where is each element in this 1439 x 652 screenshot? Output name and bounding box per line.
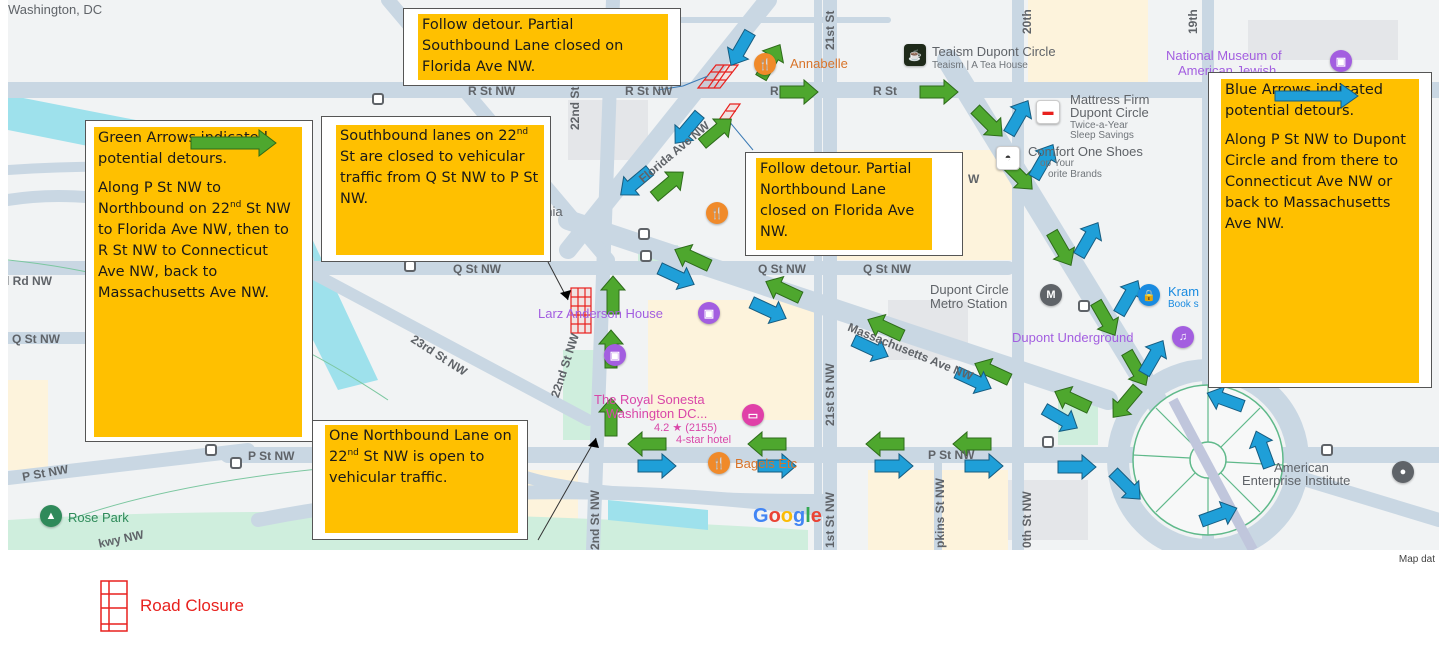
poi-mattress-firm-2: Dupont Circle bbox=[1070, 105, 1149, 120]
poi-aei-2: Enterprise Institute bbox=[1242, 473, 1351, 488]
street-label-20th-st: 0th St NW bbox=[1020, 491, 1034, 548]
comfort-shoes-logo-icon[interactable]: ◓ bbox=[996, 146, 1020, 170]
poi-comfort-sub: orite Brands bbox=[1048, 169, 1102, 180]
mattress-firm-logo-icon[interactable]: ▬ bbox=[1036, 100, 1060, 124]
road-closure-legend: Road Closure bbox=[100, 580, 244, 632]
street-label-q-st: Q St NW bbox=[453, 262, 501, 276]
text-part: St are closed to vehicular traffic from … bbox=[340, 149, 539, 207]
green-arrow-icon bbox=[190, 128, 277, 158]
hotel-pin-icon[interactable]: ▭ bbox=[742, 404, 764, 426]
callout-text: Follow detour. Partial Southbound Lane c… bbox=[418, 14, 668, 80]
poi-royal-sonesta-2: Washington DC... bbox=[606, 406, 708, 421]
text-part: Along P St NW to Northbound on 22 bbox=[98, 180, 230, 217]
ordinal-suffix: nd bbox=[229, 200, 242, 211]
street-label-r-st: R St NW bbox=[468, 84, 516, 98]
poi-comfort-sub: op Your bbox=[1040, 158, 1074, 169]
google-letter: g bbox=[793, 505, 806, 527]
poi-teaism[interactable]: Teaism Dupont Circle bbox=[932, 44, 1056, 59]
museum-pin-icon[interactable]: ▣ bbox=[698, 302, 720, 324]
poi-royal-sonesta-rating: 4.2 ★ (2155) bbox=[654, 422, 718, 434]
poi-dupont-metro[interactable]: Dupont Circle bbox=[930, 282, 1009, 297]
legend-blue-description: Along P St NW to Dupont Circle and from … bbox=[1225, 132, 1406, 232]
poi-rose-park[interactable]: Rose Park bbox=[68, 510, 129, 525]
blue-arrow-icon bbox=[1274, 83, 1359, 109]
park-pin-icon[interactable]: ▲ bbox=[40, 505, 62, 527]
metro-icon[interactable]: M bbox=[1040, 284, 1062, 306]
map-canvas[interactable]: Washington, DC R St NW R St NW R R St l … bbox=[8, 0, 1439, 550]
bus-stop-icon[interactable] bbox=[1078, 300, 1090, 312]
google-letter: e bbox=[810, 505, 822, 527]
text-part: Southbound lanes on 22 bbox=[340, 128, 517, 144]
location-pin-icon[interactable]: ● bbox=[1392, 461, 1414, 483]
callout-text: Southbound lanes on 22nd St are closed t… bbox=[336, 125, 544, 255]
ordinal-suffix: nd bbox=[516, 127, 529, 138]
poi-mattress-sub: Sleep Savings bbox=[1070, 130, 1134, 141]
street-label-rd-nw: l Rd NW bbox=[8, 274, 52, 288]
poi-comfort-one-shoes[interactable]: Comfort One Shoes bbox=[1028, 144, 1143, 159]
callout-22nd-st-open: One Northbound Lane on 22nd St NW is ope… bbox=[312, 420, 528, 540]
road-closure-icon bbox=[100, 580, 128, 632]
legend-blue-body: Blue Arrows indicated potential detours.… bbox=[1221, 79, 1419, 383]
region-label: Washington, DC bbox=[8, 2, 103, 17]
restaurant-pin-icon[interactable]: 🍴 bbox=[754, 53, 776, 75]
music-pin-icon[interactable]: ♫ bbox=[1172, 326, 1194, 348]
google-letter: o bbox=[768, 505, 781, 527]
street-label-19th-st: 19th bbox=[1186, 9, 1200, 34]
restaurant-pin-icon[interactable]: 🍴 bbox=[706, 202, 728, 224]
street-label-r-st: R St bbox=[873, 84, 897, 98]
poi-kramers-sub: Book s bbox=[1168, 299, 1199, 310]
poi-kramers[interactable]: Kram bbox=[1168, 284, 1199, 299]
bus-stop-icon[interactable] bbox=[230, 457, 242, 469]
ordinal-suffix: nd bbox=[347, 448, 359, 459]
shopping-pin-icon[interactable]: 🔒 bbox=[1138, 284, 1160, 306]
street-label-p-st: P St NW bbox=[928, 448, 975, 462]
street-label-22nd-st: 2nd St NW bbox=[588, 490, 602, 550]
bus-stop-icon[interactable] bbox=[372, 93, 384, 105]
street-label-21st-st: 21st St bbox=[823, 10, 837, 50]
callout-southbound-florida: Follow detour. Partial Southbound Lane c… bbox=[403, 8, 681, 86]
street-label-r-st: R bbox=[770, 84, 779, 98]
teaism-logo-icon[interactable]: ☕ bbox=[904, 44, 926, 66]
callout-text: Follow detour. Partial Northbound Lane c… bbox=[756, 158, 932, 250]
street-label-q-st: Q St NW bbox=[863, 262, 911, 276]
bus-stop-icon[interactable] bbox=[205, 444, 217, 456]
road-closure-label: Road Closure bbox=[140, 596, 244, 615]
street-label-hopkins-st: pkins St NW bbox=[933, 477, 947, 548]
poi-larz-anderson-house[interactable]: Larz Anderson House bbox=[538, 306, 663, 321]
museum-pin-icon[interactable]: ▣ bbox=[1330, 50, 1352, 72]
poi-royal-sonesta[interactable]: The Royal Sonesta bbox=[594, 392, 705, 407]
restaurant-pin-icon[interactable]: 🍴 bbox=[708, 452, 730, 474]
poi-dupont-underground[interactable]: Dupont Underground bbox=[1012, 330, 1133, 345]
map-attribution[interactable]: Map dat bbox=[1399, 554, 1435, 565]
callout-22nd-st-closed: Southbound lanes on 22nd St are closed t… bbox=[321, 116, 551, 262]
callout-northbound-florida: Follow detour. Partial Northbound Lane c… bbox=[745, 152, 963, 256]
street-label-fragment: W bbox=[968, 172, 980, 186]
street-label-20th-st: 20th bbox=[1020, 9, 1034, 34]
legend-green-body: Green Arrows indicated potential detours… bbox=[94, 127, 302, 437]
street-label-r-st: R St NW bbox=[625, 84, 673, 98]
google-letter: o bbox=[780, 505, 793, 527]
callout-text: One Northbound Lane on 22nd St NW is ope… bbox=[325, 425, 518, 533]
bus-stop-icon[interactable] bbox=[638, 228, 650, 240]
attraction-pin-icon[interactable]: ▣ bbox=[604, 344, 626, 366]
street-label-21st-st: 21st St NW bbox=[823, 363, 837, 426]
street-label-q-st: Q St NW bbox=[12, 332, 60, 346]
street-label-p-st: P St NW bbox=[248, 449, 295, 463]
bus-stop-icon[interactable] bbox=[1042, 436, 1054, 448]
legend-green-arrows: Green Arrows indicated potential detours… bbox=[85, 120, 313, 442]
street-label-q-st: Q St NW bbox=[758, 262, 806, 276]
bus-stop-icon[interactable] bbox=[640, 250, 652, 262]
google-logo: Google bbox=[753, 505, 822, 528]
poi-royal-sonesta-type: 4-star hotel bbox=[676, 434, 732, 446]
poi-annabelle[interactable]: Annabelle bbox=[790, 56, 848, 71]
google-letter: G bbox=[753, 505, 769, 527]
legend-blue-arrows: Blue Arrows indicated potential detours.… bbox=[1208, 72, 1432, 388]
poi-bagels-etc[interactable]: Bagels Etc bbox=[735, 456, 797, 471]
bus-stop-icon[interactable] bbox=[1321, 444, 1333, 456]
poi-museum[interactable]: National Museum of bbox=[1166, 48, 1282, 63]
legend-green-description: Along P St NW to Northbound on 22nd St N… bbox=[98, 178, 298, 304]
street-label-21st-st: 1st St NW bbox=[823, 491, 837, 548]
poi-dupont-metro-2: Metro Station bbox=[930, 296, 1008, 311]
poi-teaism-sub: Teaism | A Tea House bbox=[932, 60, 1028, 71]
